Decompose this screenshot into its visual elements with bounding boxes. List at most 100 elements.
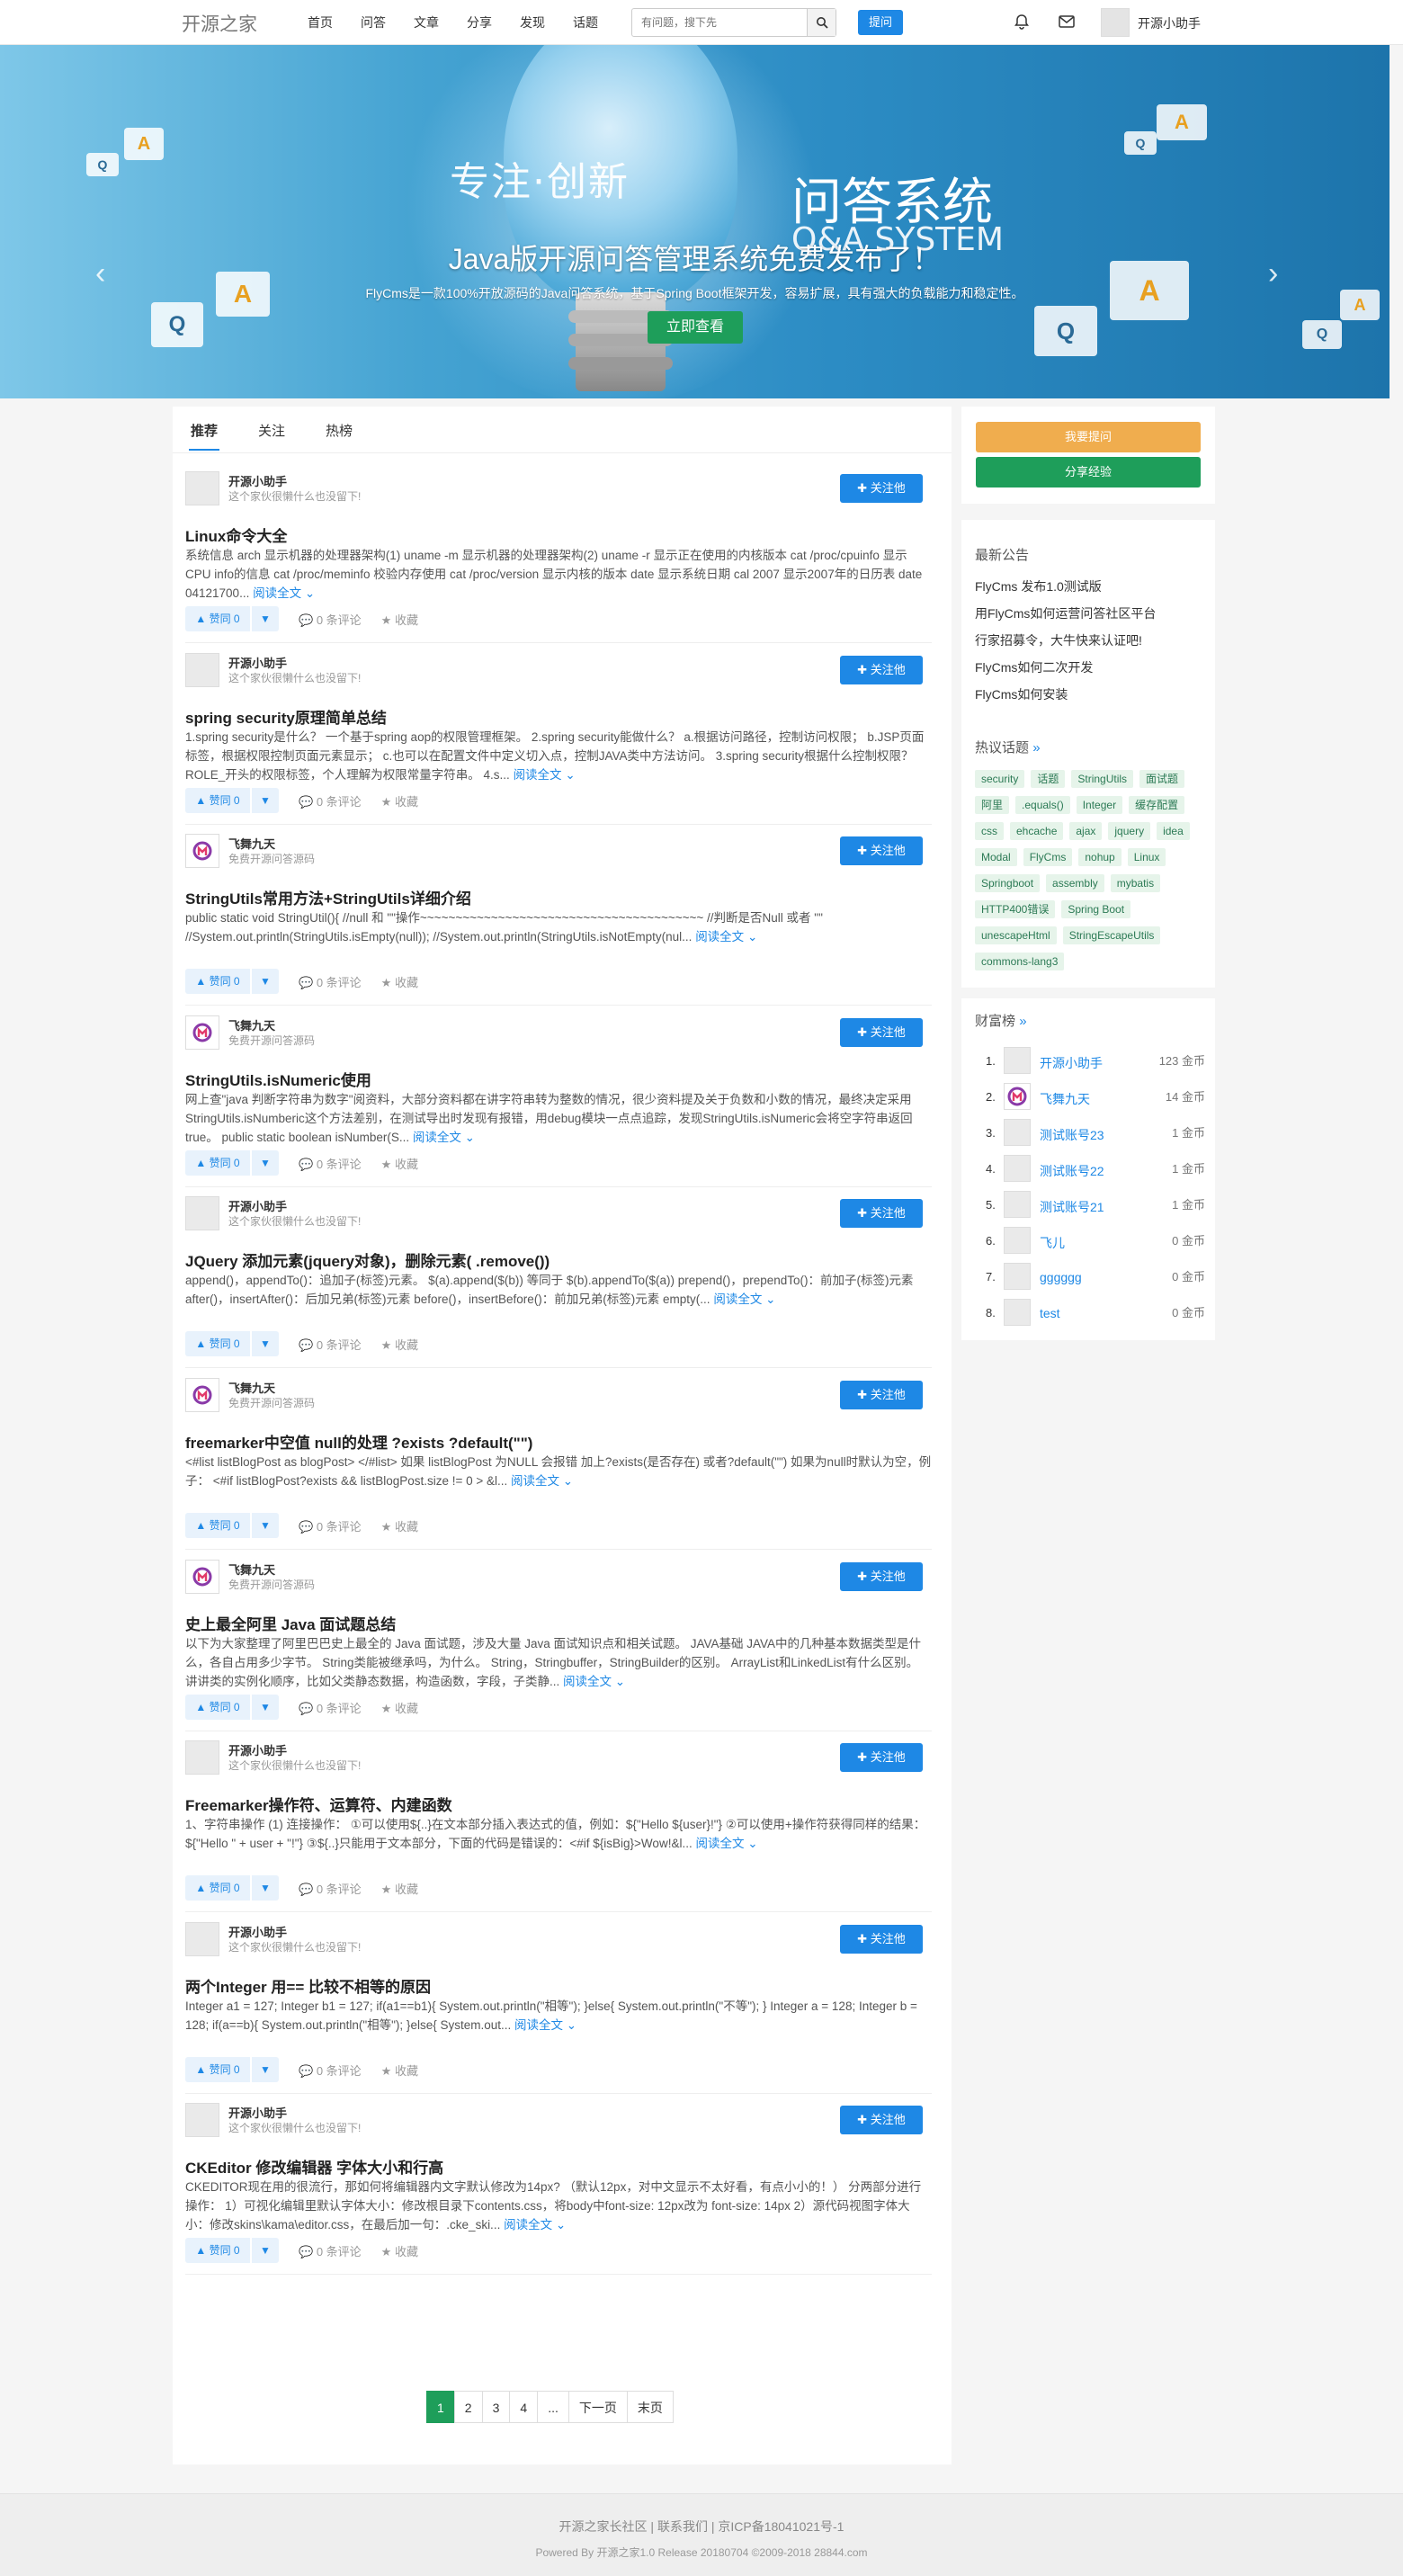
author-avatar[interactable] (185, 1740, 219, 1775)
topic-tag[interactable]: Spring Boot (1061, 900, 1131, 918)
collect-link[interactable]: ★ 收藏 (381, 792, 418, 809)
nav-qa[interactable]: 问答 (361, 0, 386, 45)
post-title[interactable]: spring security原理简单总结 (185, 705, 387, 728)
downvote-button[interactable]: ▼ (252, 2238, 279, 2263)
author-name[interactable]: 开源小助手 (228, 472, 287, 489)
rank-avatar[interactable] (1004, 1227, 1031, 1254)
follow-button[interactable]: ✚ 关注他 (840, 1743, 923, 1772)
ask-question-button[interactable]: 我要提问 (976, 422, 1201, 452)
carousel-prev-icon[interactable]: ‹ (95, 256, 105, 291)
comments-link[interactable]: 💬 0 条评论 (299, 1517, 362, 1534)
tab-recommend[interactable]: 推荐 (188, 421, 220, 451)
read-more-link[interactable]: 阅读全文 ⌄ (563, 1675, 625, 1688)
rank-avatar[interactable] (1004, 1263, 1031, 1290)
comments-link[interactable]: 💬 0 条评论 (299, 1155, 362, 1172)
author-avatar[interactable] (185, 1560, 219, 1594)
topic-tag[interactable]: commons-lang3 (975, 953, 1065, 970)
share-experience-button[interactable]: 分享经验 (976, 457, 1201, 487)
author-avatar[interactable] (185, 471, 219, 505)
upvote-button[interactable]: ▲ 赞同 0 (185, 969, 250, 994)
post-title[interactable]: StringUtils常用方法+StringUtils详细介绍 (185, 886, 471, 908)
topic-tag[interactable]: css (975, 822, 1004, 840)
collect-link[interactable]: ★ 收藏 (381, 1517, 418, 1534)
upvote-button[interactable]: ▲ 赞同 0 (185, 606, 250, 631)
collect-link[interactable]: ★ 收藏 (381, 973, 418, 990)
upvote-button[interactable]: ▲ 赞同 0 (185, 1513, 250, 1538)
topic-tag[interactable]: Modal (975, 848, 1017, 866)
read-more-link[interactable]: 阅读全文 ⌄ (504, 2218, 566, 2232)
topic-tag[interactable]: Linux (1127, 848, 1166, 866)
topic-tag[interactable]: jquery (1108, 822, 1151, 840)
topics-more-icon[interactable]: » (1032, 740, 1040, 756)
follow-button[interactable]: ✚ 关注他 (840, 1925, 923, 1954)
read-more-link[interactable]: 阅读全文 ⌄ (514, 2018, 576, 2032)
author-avatar[interactable] (185, 1015, 219, 1050)
downvote-button[interactable]: ▼ (252, 788, 279, 813)
topic-tag[interactable]: Integer (1076, 796, 1123, 814)
downvote-button[interactable]: ▼ (252, 969, 279, 994)
post-title[interactable]: Linux命令大全 (185, 523, 287, 546)
post-title[interactable]: CKEditor 修改编辑器 字体大小和行高 (185, 2155, 443, 2178)
topic-tag[interactable]: ehcache (1010, 822, 1064, 840)
topic-tag[interactable]: ajax (1069, 822, 1103, 840)
post-title[interactable]: 史上最全阿里 Java 面试题总结 (185, 1612, 396, 1634)
author-name[interactable]: 飞舞九天 (228, 1561, 275, 1578)
post-title[interactable]: 两个Integer 用== 比较不相等的原因 (185, 1974, 431, 1997)
follow-button[interactable]: ✚ 关注他 (840, 1562, 923, 1591)
downvote-button[interactable]: ▼ (252, 1513, 279, 1538)
author-avatar[interactable] (185, 1378, 219, 1412)
upvote-button[interactable]: ▲ 赞同 0 (185, 2238, 250, 2263)
topic-tag[interactable]: mybatis (1110, 874, 1161, 892)
comments-link[interactable]: 💬 0 条评论 (299, 2242, 362, 2259)
topic-tag[interactable]: HTTP400错误 (975, 900, 1056, 918)
comments-link[interactable]: 💬 0 条评论 (299, 1880, 362, 1897)
topic-tag[interactable]: nohup (1078, 848, 1122, 866)
tab-follow[interactable]: 关注 (258, 421, 285, 440)
collect-link[interactable]: ★ 收藏 (381, 1155, 418, 1172)
rank-user[interactable]: 飞舞九天 (1040, 1090, 1090, 1108)
author-name[interactable]: 开源小助手 (228, 1197, 287, 1214)
author-avatar[interactable] (185, 2103, 219, 2137)
topic-tag[interactable]: 缓存配置 (1129, 796, 1185, 814)
banner-view-button[interactable]: 立即查看 (648, 311, 743, 344)
topic-tag[interactable]: .equals() (1015, 796, 1070, 814)
tab-hot[interactable]: 热榜 (326, 421, 353, 440)
rank-user[interactable]: 开源小助手 (1040, 1054, 1103, 1072)
author-avatar[interactable] (185, 1922, 219, 1956)
author-name[interactable]: 开源小助手 (228, 1923, 287, 1940)
post-title[interactable]: JQuery 添加元素(jquery对象)，删除元素( .remove()) (185, 1248, 550, 1271)
nav-share[interactable]: 分享 (467, 0, 492, 45)
page-3[interactable]: 3 (481, 2391, 511, 2423)
read-more-link[interactable]: 阅读全文 ⌄ (253, 586, 315, 600)
read-more-link[interactable]: 阅读全文 ⌄ (713, 1292, 775, 1306)
notice-item[interactable]: FlyCms 发布1.0测试版 (975, 577, 1102, 595)
topic-tag[interactable]: 话题 (1031, 770, 1066, 788)
topic-tag[interactable]: unescapeHtml (975, 926, 1057, 944)
nav-discover[interactable]: 发现 (520, 0, 545, 45)
rank-user[interactable]: 测试账号22 (1040, 1162, 1104, 1180)
follow-button[interactable]: ✚ 关注他 (840, 1018, 923, 1047)
author-name[interactable]: 飞舞九天 (228, 1016, 275, 1033)
collect-link[interactable]: ★ 收藏 (381, 1880, 418, 1897)
rank-avatar[interactable] (1004, 1083, 1031, 1110)
follow-button[interactable]: ✚ 关注他 (840, 1381, 923, 1409)
bell-icon[interactable] (1013, 13, 1031, 31)
collect-link[interactable]: ★ 收藏 (381, 2062, 418, 2079)
upvote-button[interactable]: ▲ 赞同 0 (185, 1150, 250, 1176)
post-title[interactable]: freemarker中空值 null的处理 ?exists ?default("… (185, 1430, 532, 1453)
upvote-button[interactable]: ▲ 赞同 0 (185, 1875, 250, 1901)
upvote-button[interactable]: ▲ 赞同 0 (185, 788, 250, 813)
author-avatar[interactable] (185, 834, 219, 868)
topic-tag[interactable]: 阿里 (975, 796, 1010, 814)
author-name[interactable]: 飞舞九天 (228, 1379, 275, 1396)
notice-item[interactable]: 用FlyCms如何运营问答社区平台 (975, 604, 1156, 622)
comments-link[interactable]: 💬 0 条评论 (299, 2062, 362, 2079)
downvote-button[interactable]: ▼ (252, 2057, 279, 2082)
rank-user[interactable]: gggggg (1040, 1270, 1082, 1284)
rank-avatar[interactable] (1004, 1155, 1031, 1182)
collect-link[interactable]: ★ 收藏 (381, 1336, 418, 1353)
comments-link[interactable]: 💬 0 条评论 (299, 611, 362, 628)
follow-button[interactable]: ✚ 关注他 (840, 836, 923, 865)
comments-link[interactable]: 💬 0 条评论 (299, 1699, 362, 1716)
carousel-next-icon[interactable]: › (1268, 256, 1278, 291)
